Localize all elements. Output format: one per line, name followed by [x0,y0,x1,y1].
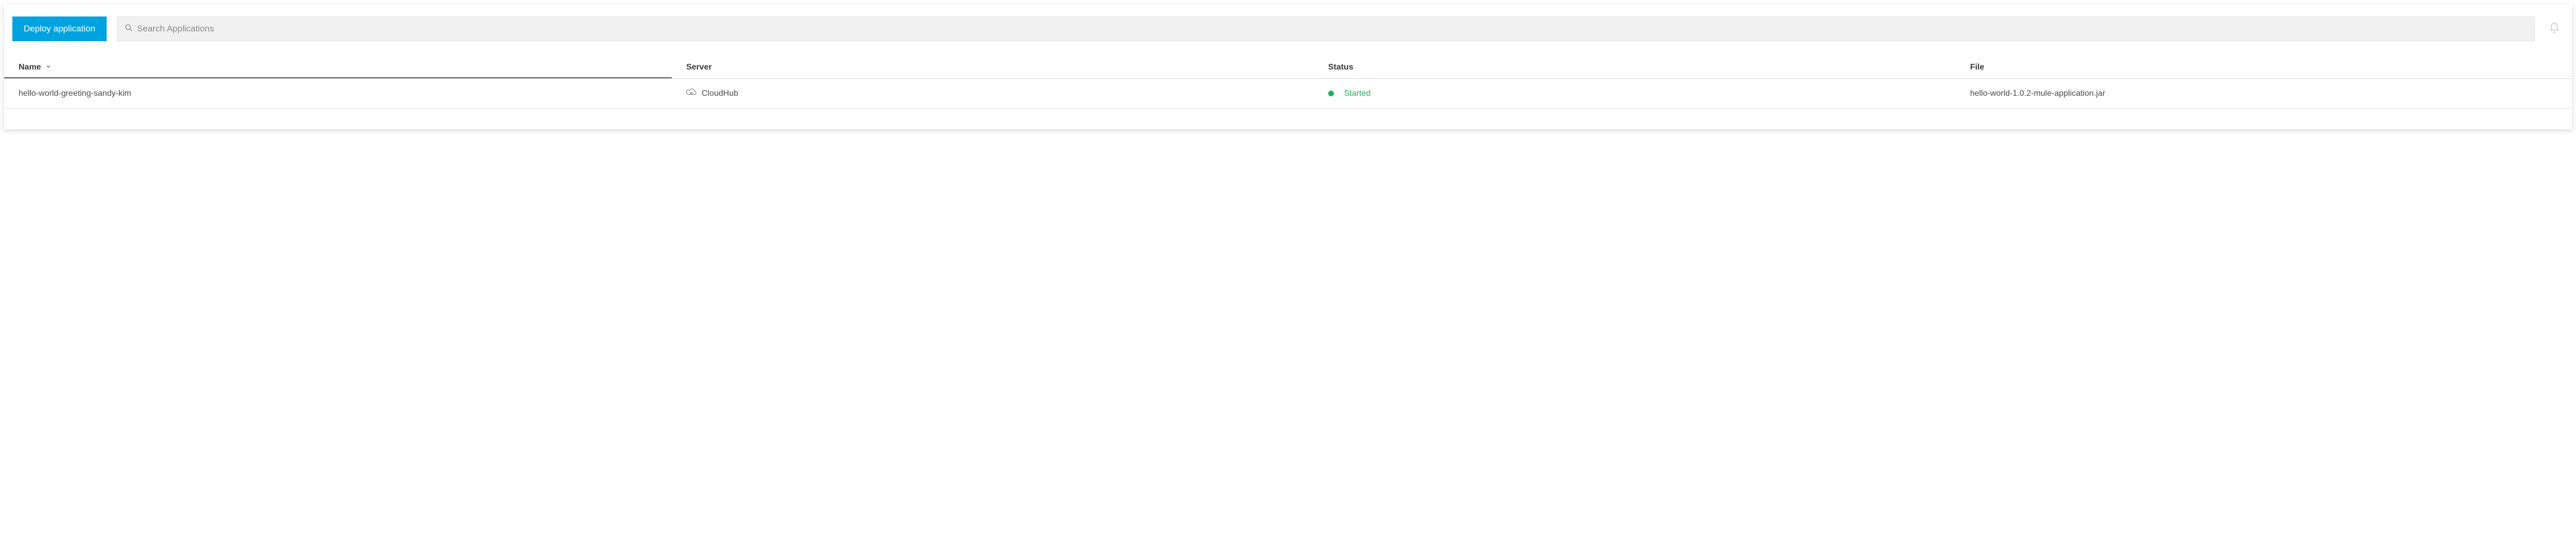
cell-file: hello-world-1.0.2-mule-application.jar [1956,80,2572,108]
search-icon [125,24,137,35]
cell-server: CloudHub [672,79,1314,108]
column-header-name[interactable]: Name [4,58,672,78]
server-name: CloudHub [702,89,738,98]
column-header-status[interactable]: Status [1314,58,1956,78]
status-text: Started [1344,89,1371,98]
notifications-button[interactable] [2545,16,2564,41]
applications-panel: Deploy application Name [4,4,2572,129]
chevron-down-icon [45,63,52,72]
column-label: Name [19,63,41,72]
app-name: hello-world-greeting-sandy-kim [19,89,131,98]
column-header-file[interactable]: File [1956,58,2572,78]
column-label: Server [686,63,712,72]
bell-icon [2549,22,2560,36]
table-header: Name Server Status File [4,58,2572,79]
toolbar: Deploy application [4,4,2572,41]
file-name: hello-world-1.0.2-mule-application.jar [1970,89,2105,98]
cell-status: Started [1314,80,1956,108]
deploy-application-button[interactable]: Deploy application [12,16,107,41]
search-input[interactable] [137,24,2527,34]
cell-name: hello-world-greeting-sandy-kim [4,80,672,108]
column-header-server[interactable]: Server [672,58,1314,78]
column-label: Status [1328,63,1353,72]
search-field[interactable] [117,16,2535,41]
cloud-icon [686,88,697,99]
status-indicator-icon [1328,91,1334,96]
applications-table: Name Server Status File hello-world-gree… [4,58,2572,109]
table-row[interactable]: hello-world-greeting-sandy-kim CloudHub … [4,79,2572,109]
column-label: File [1970,63,1985,72]
